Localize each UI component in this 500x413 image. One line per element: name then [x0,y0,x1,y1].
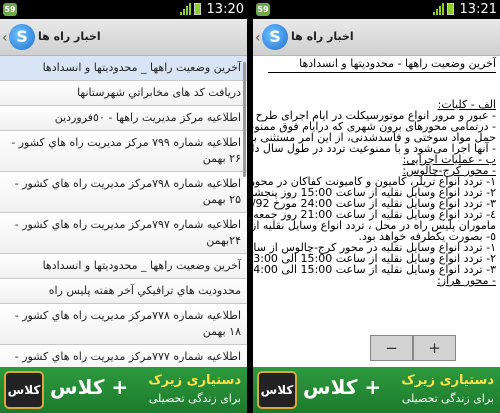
notification-icon: 59 [3,3,17,16]
list-item[interactable]: اطلاعيه شماره ٧٧٧مرکز مديريت راه هاي کشو… [0,345,247,367]
app-logo-icon[interactable] [9,24,35,50]
app-title-bar: ‹ اخبار راه ها [253,19,500,56]
list-item[interactable]: اطلاعيه مرکز مديريت راهها - ٥٠فروردين [0,106,247,131]
divider [268,72,496,73]
list-item[interactable]: آخرین وضعیت راهها _ محدودیتها و انسدادها [0,56,247,81]
zoom-in-button[interactable]: + [413,335,456,361]
list-item[interactable]: محدوديت هاي ترافيکي آخر هفته پليس راه [0,279,247,304]
list-item[interactable]: اطلاعيه شماره ٧٩٩ مرکز مديريت راه هاي کش… [0,131,247,172]
back-chevron-icon[interactable]: ‹ [2,30,8,46]
battery-icon [447,3,454,15]
ad-headline: دستیاری زیرک [148,373,241,388]
article-body[interactable]: آخرین وضعیت راهها - محدودیتها و انسدادها… [253,56,500,367]
scrollbar[interactable] [243,62,246,177]
right-screen: 59 13:21 ‹ اخبار راه ها آخرین وضعیت راهه… [253,0,500,413]
ad-logo-box: کلاس [257,371,297,409]
clock: 13:20 [206,2,244,17]
ad-logo-box: کلاس [4,371,44,409]
ad-brand: کلاس + [50,375,129,399]
article-header: آخرین وضعیت راهها - محدودیتها و انسدادها [299,57,496,70]
list-item[interactable]: اطلاعيه شماره ٧٧٨مرکز مديريت راه هاي کشو… [0,304,247,345]
news-list[interactable]: آخرین وضعیت راهها _ محدودیتها و انسدادها… [0,56,247,367]
list-item[interactable]: اطلاعيه شماره ٧٩٨مرکز مديريت راه هاي کشو… [0,172,247,213]
ad-subline: برای زندگی تحصیلی [401,392,494,405]
zoom-controls: − + [370,335,456,361]
ad-banner[interactable]: کلاس کلاس + دستیاری زیرک برای زندگی تحصی… [253,367,500,413]
signal-icon [180,3,191,15]
battery-icon [194,3,201,15]
app-title: اخبار راه ها [38,30,101,43]
list-item[interactable]: آخرين وضعيت راهها _ محدوديتها و انسدادها [0,254,247,279]
notification-icon: 59 [256,3,270,16]
list-item[interactable]: اطلاعيه شماره ٧٩٧مرکز مديريت راه هاي کشو… [0,213,247,254]
left-screen: 59 13:20 ‹ اخبار راه ها آخرین وضعیت راهه… [0,0,247,413]
app-title: اخبار راه ها [291,30,354,43]
app-logo-icon[interactable] [262,24,288,50]
status-bar: 59 13:21 [253,0,500,19]
status-bar: 59 13:20 [0,0,247,19]
list-item[interactable]: دریافت کد های مخابراتي شهرستانها [0,81,247,106]
section-heading: - محور هراز: [437,274,496,287]
back-chevron-icon[interactable]: ‹ [255,30,261,46]
ad-banner[interactable]: کلاس کلاس + دستیاری زیرک برای زندگی تحصی… [0,367,247,413]
ad-brand: کلاس + [303,375,382,399]
signal-icon [433,3,444,15]
ad-headline: دستیاری زیرک [401,373,494,388]
zoom-out-button[interactable]: − [370,335,413,361]
clock: 13:21 [459,2,497,17]
app-title-bar: ‹ اخبار راه ها [0,19,247,56]
ad-subline: برای زندگی تحصیلی [148,392,241,405]
